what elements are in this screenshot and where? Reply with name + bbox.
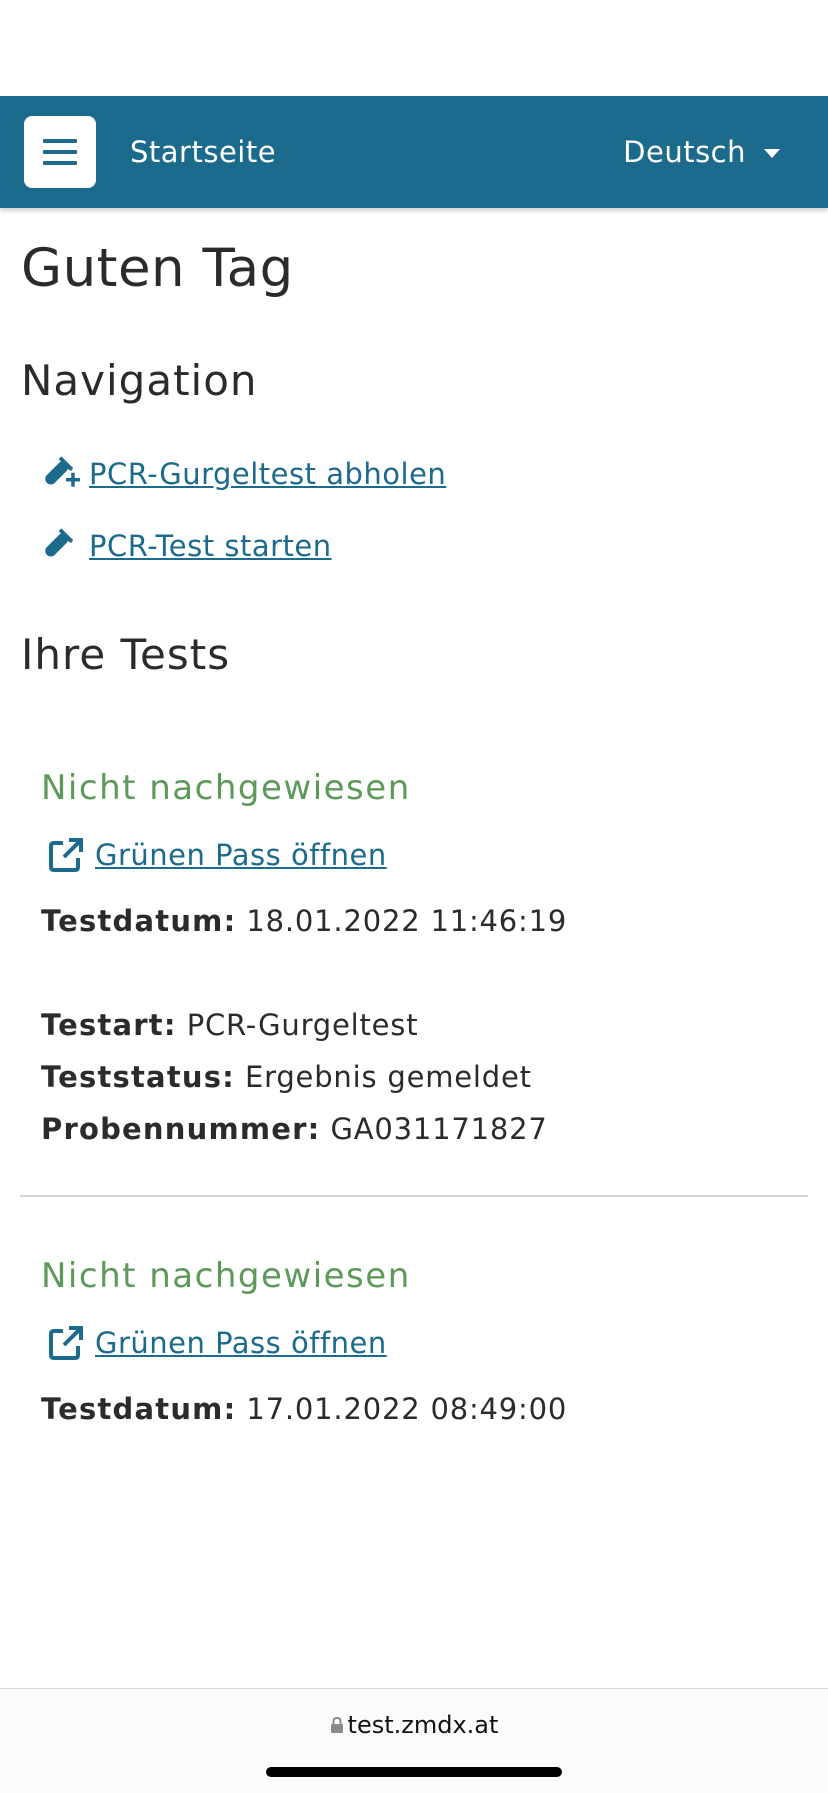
language-label: Deutsch bbox=[623, 135, 746, 169]
external-link-icon bbox=[49, 1326, 83, 1360]
start-pcr-test-link[interactable]: PCR-Test starten bbox=[39, 528, 332, 564]
test-date-value: 18.01.2022 11:46:19 bbox=[246, 904, 568, 938]
tests-heading: Ihre Tests bbox=[21, 630, 231, 679]
test-date: Testdatum: 18.01.2022 11:46:19 bbox=[41, 904, 567, 938]
top-navbar: Startseite Deutsch bbox=[0, 96, 828, 208]
page-title: Guten Tag bbox=[21, 238, 294, 299]
open-green-pass-link[interactable]: Grünen Pass öffnen bbox=[47, 836, 387, 874]
home-indicator[interactable] bbox=[266, 1767, 562, 1777]
url-text: test.zmdx.at bbox=[347, 1711, 499, 1739]
open-green-pass-link[interactable]: Grünen Pass öffnen bbox=[47, 1324, 387, 1362]
sample-number-value: GA031171827 bbox=[330, 1112, 548, 1146]
browser-address-bar[interactable]: test.zmdx.at bbox=[0, 1688, 828, 1793]
menu-button[interactable] bbox=[24, 116, 96, 188]
test-type: Testart: PCR-Gurgeltest bbox=[41, 1008, 418, 1042]
test-type-label: Testart: bbox=[41, 1008, 177, 1042]
sample-number: Probennummer: GA031171827 bbox=[41, 1112, 548, 1146]
test-result: Nicht nachgewiesen bbox=[41, 1256, 411, 1296]
test-date-label: Testdatum: bbox=[41, 904, 237, 938]
test-date: Testdatum: 17.01.2022 08:49:00 bbox=[41, 1392, 567, 1426]
open-green-pass-label: Grünen Pass öffnen bbox=[95, 1326, 387, 1360]
test-tube-icon bbox=[45, 528, 73, 557]
nav-title[interactable]: Startseite bbox=[130, 96, 276, 208]
external-link-icon bbox=[49, 838, 83, 872]
pickup-gargle-test-label: PCR-Gurgeltest abholen bbox=[89, 457, 447, 491]
start-pcr-test-label: PCR-Test starten bbox=[89, 529, 332, 563]
status-bar-area bbox=[0, 0, 828, 96]
test-type-value: PCR-Gurgeltest bbox=[186, 1008, 419, 1042]
test-result: Nicht nachgewiesen bbox=[41, 768, 411, 808]
test-divider bbox=[20, 1195, 808, 1197]
sample-number-label: Probennummer: bbox=[41, 1112, 321, 1146]
test-date-label: Testdatum: bbox=[41, 1392, 237, 1426]
test-status-value: Ergebnis gemeldet bbox=[245, 1060, 532, 1094]
url-display[interactable]: test.zmdx.at bbox=[0, 1711, 828, 1739]
caret-down-icon bbox=[764, 148, 780, 158]
test-status-label: Teststatus: bbox=[41, 1060, 235, 1094]
test-status: Teststatus: Ergebnis gemeldet bbox=[41, 1060, 532, 1094]
language-select[interactable]: Deutsch bbox=[623, 96, 780, 208]
pickup-gargle-test-link[interactable]: PCR-Gurgeltest abholen bbox=[39, 456, 446, 492]
lock-icon bbox=[330, 1716, 343, 1733]
open-green-pass-label: Grünen Pass öffnen bbox=[95, 838, 387, 872]
hamburger-menu-icon bbox=[43, 139, 77, 165]
test-date-value: 17.01.2022 08:49:00 bbox=[246, 1392, 568, 1426]
navigation-heading: Navigation bbox=[21, 356, 258, 405]
test-tube-plus-icon bbox=[45, 456, 80, 487]
